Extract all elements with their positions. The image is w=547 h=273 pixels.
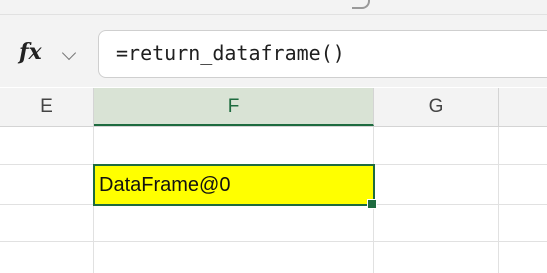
cell[interactable] [374,205,499,241]
column-header-e[interactable]: E [0,88,94,126]
cell-value: DataFrame@0 [99,174,231,196]
column-header-f[interactable]: F [94,88,374,126]
cell[interactable] [374,165,499,204]
formula-text: =return_dataframe() [116,41,345,65]
cell[interactable] [0,165,94,204]
fill-handle[interactable] [367,199,377,209]
chevron-down-icon[interactable] [61,45,77,61]
insert-function-icon[interactable]: fx [19,39,42,65]
cell[interactable] [94,205,374,241]
table-row [0,205,547,242]
cell[interactable] [94,127,374,164]
cell[interactable] [0,127,94,164]
column-header-g[interactable]: G [374,88,499,126]
active-cell-f[interactable]: DataFrame@0 [93,164,375,206]
ribbon-bottom-strip [0,0,547,15]
table-row [0,127,547,165]
cell[interactable] [94,242,374,273]
formula-bar: fx =return_dataframe() [0,15,547,87]
formula-input[interactable]: =return_dataframe() [98,30,547,78]
cell[interactable] [374,127,499,164]
ribbon-icon-partial [352,0,370,9]
cell[interactable] [0,242,94,273]
cell[interactable] [0,205,94,241]
table-row [0,242,547,273]
column-headers: E F G [0,88,547,127]
cell[interactable] [374,242,499,273]
